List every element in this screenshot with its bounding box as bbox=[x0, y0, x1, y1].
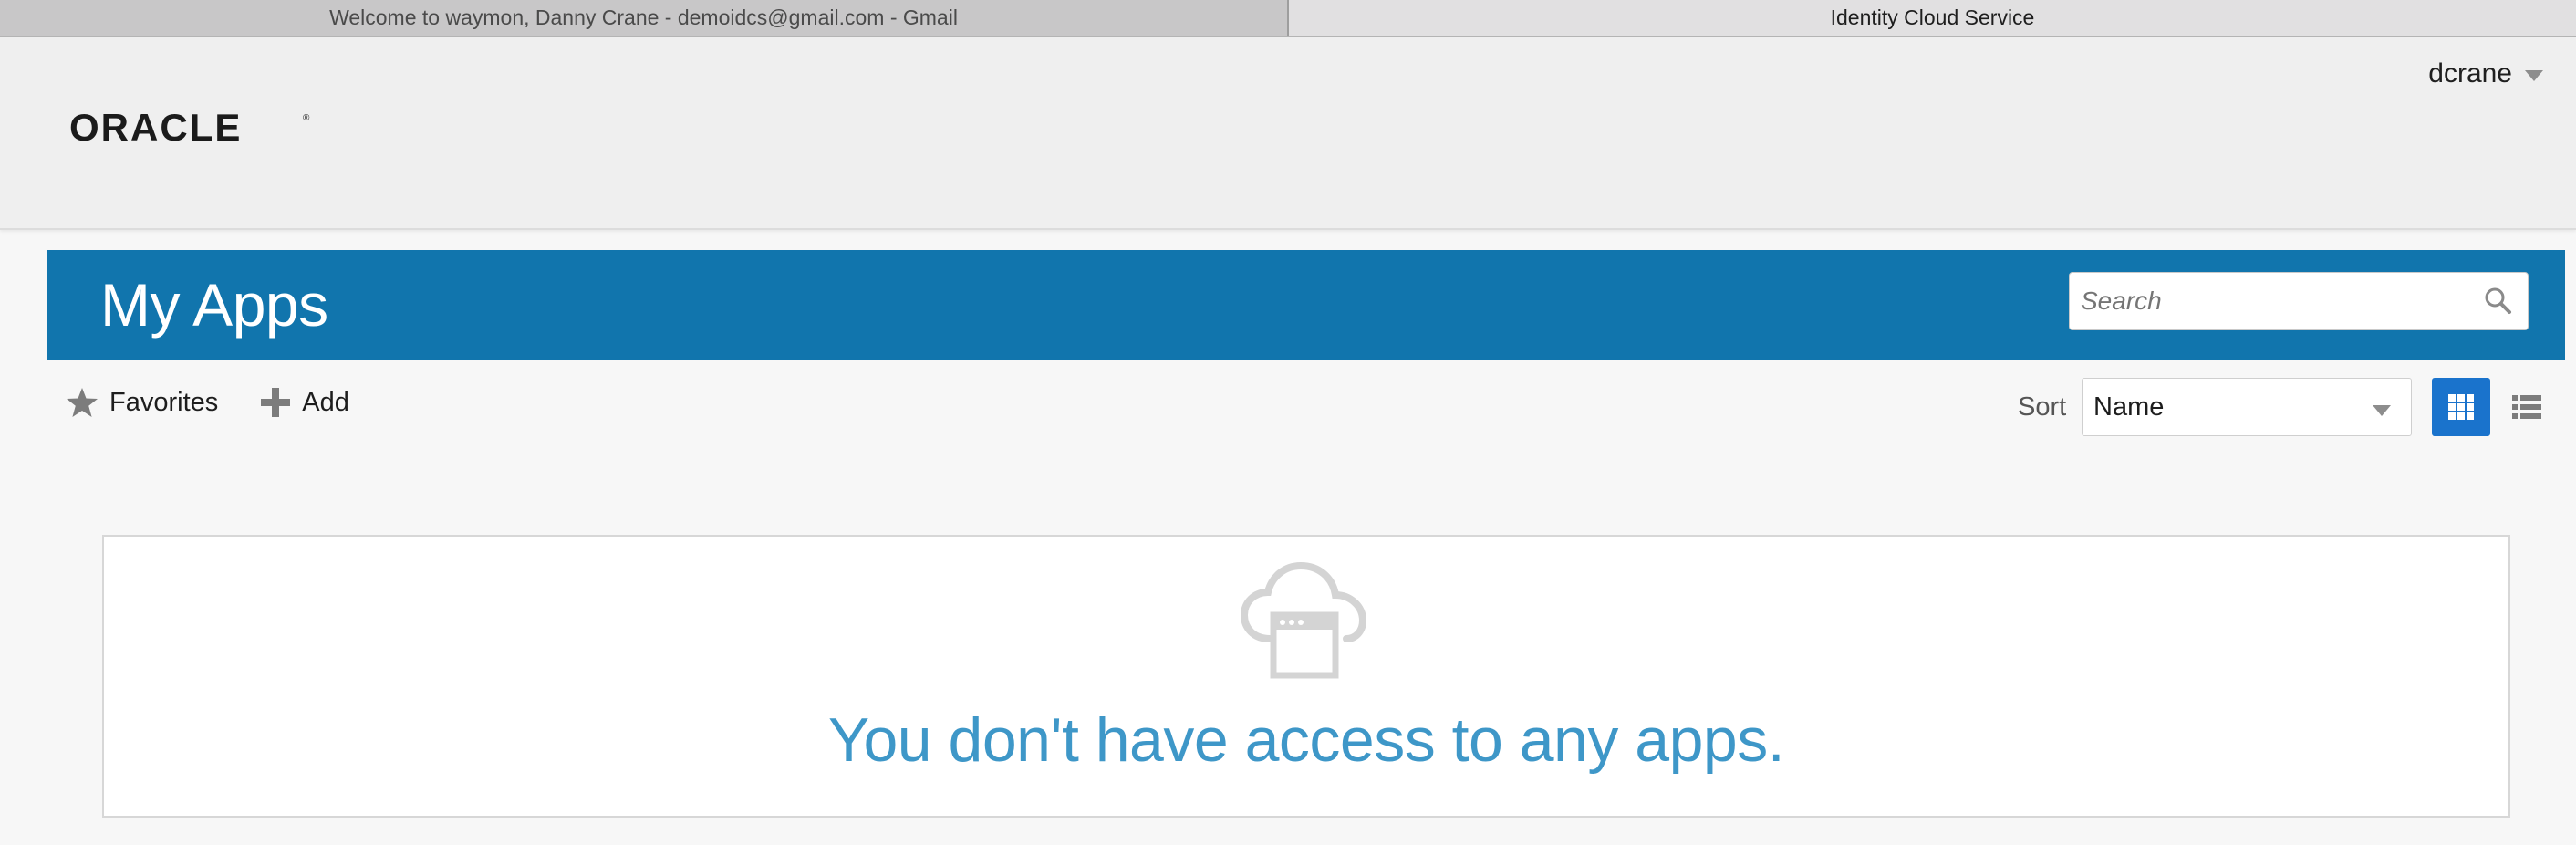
add-app-button[interactable]: Add bbox=[260, 387, 349, 418]
sort-select[interactable]: Name bbox=[2082, 378, 2412, 436]
logo-text: ORACLE bbox=[69, 110, 242, 146]
chevron-down-icon bbox=[2525, 69, 2543, 81]
my-apps-banner: My Apps bbox=[47, 250, 2565, 360]
empty-state-message: You don't have access to any apps. bbox=[827, 705, 1785, 775]
search-input[interactable] bbox=[2070, 273, 2480, 329]
browser-tab-gmail[interactable]: Welcome to waymon, Danny Crane - demoidc… bbox=[0, 0, 1289, 36]
svg-text:®: ® bbox=[303, 113, 310, 123]
grid-view-button[interactable] bbox=[2432, 378, 2490, 436]
list-view-icon bbox=[2512, 395, 2541, 419]
oracle-logo-mark: ORACLE ® bbox=[69, 106, 310, 149]
add-label: Add bbox=[302, 387, 349, 417]
list-view-button[interactable] bbox=[2499, 378, 2554, 436]
favorites-button[interactable]: Favorites bbox=[66, 387, 218, 418]
grid-view-icon bbox=[2448, 394, 2474, 420]
browser-tab-title: Identity Cloud Service bbox=[1830, 5, 2035, 29]
user-name: dcrane bbox=[2428, 58, 2512, 89]
empty-state-card: You don't have access to any apps. bbox=[102, 535, 2510, 818]
chevron-down-icon bbox=[2373, 405, 2391, 416]
browser-tab-identity-cloud[interactable]: Identity Cloud Service bbox=[1289, 0, 2576, 36]
user-menu[interactable]: dcrane bbox=[2428, 58, 2543, 89]
favorites-label: Favorites bbox=[109, 387, 219, 417]
page-header: ORACLE ® dcrane bbox=[0, 37, 2576, 230]
apps-toolbar: Favorites Add bbox=[66, 387, 349, 418]
browser-tab-strip: Welcome to waymon, Danny Crane - demoidc… bbox=[0, 0, 2576, 37]
search-box bbox=[2069, 272, 2529, 330]
search-icon[interactable] bbox=[2480, 283, 2517, 319]
plus-icon bbox=[261, 388, 291, 417]
oracle-logo[interactable]: ORACLE ® bbox=[69, 106, 314, 151]
browser-tab-title: Welcome to waymon, Danny Crane - demoidc… bbox=[329, 5, 958, 29]
sort-label: Sort bbox=[2018, 392, 2067, 422]
sort-selected-value: Name bbox=[2093, 391, 2165, 422]
cloud-app-icon bbox=[1241, 562, 1367, 679]
star-icon bbox=[67, 388, 98, 417]
page-title: My Apps bbox=[100, 271, 328, 339]
